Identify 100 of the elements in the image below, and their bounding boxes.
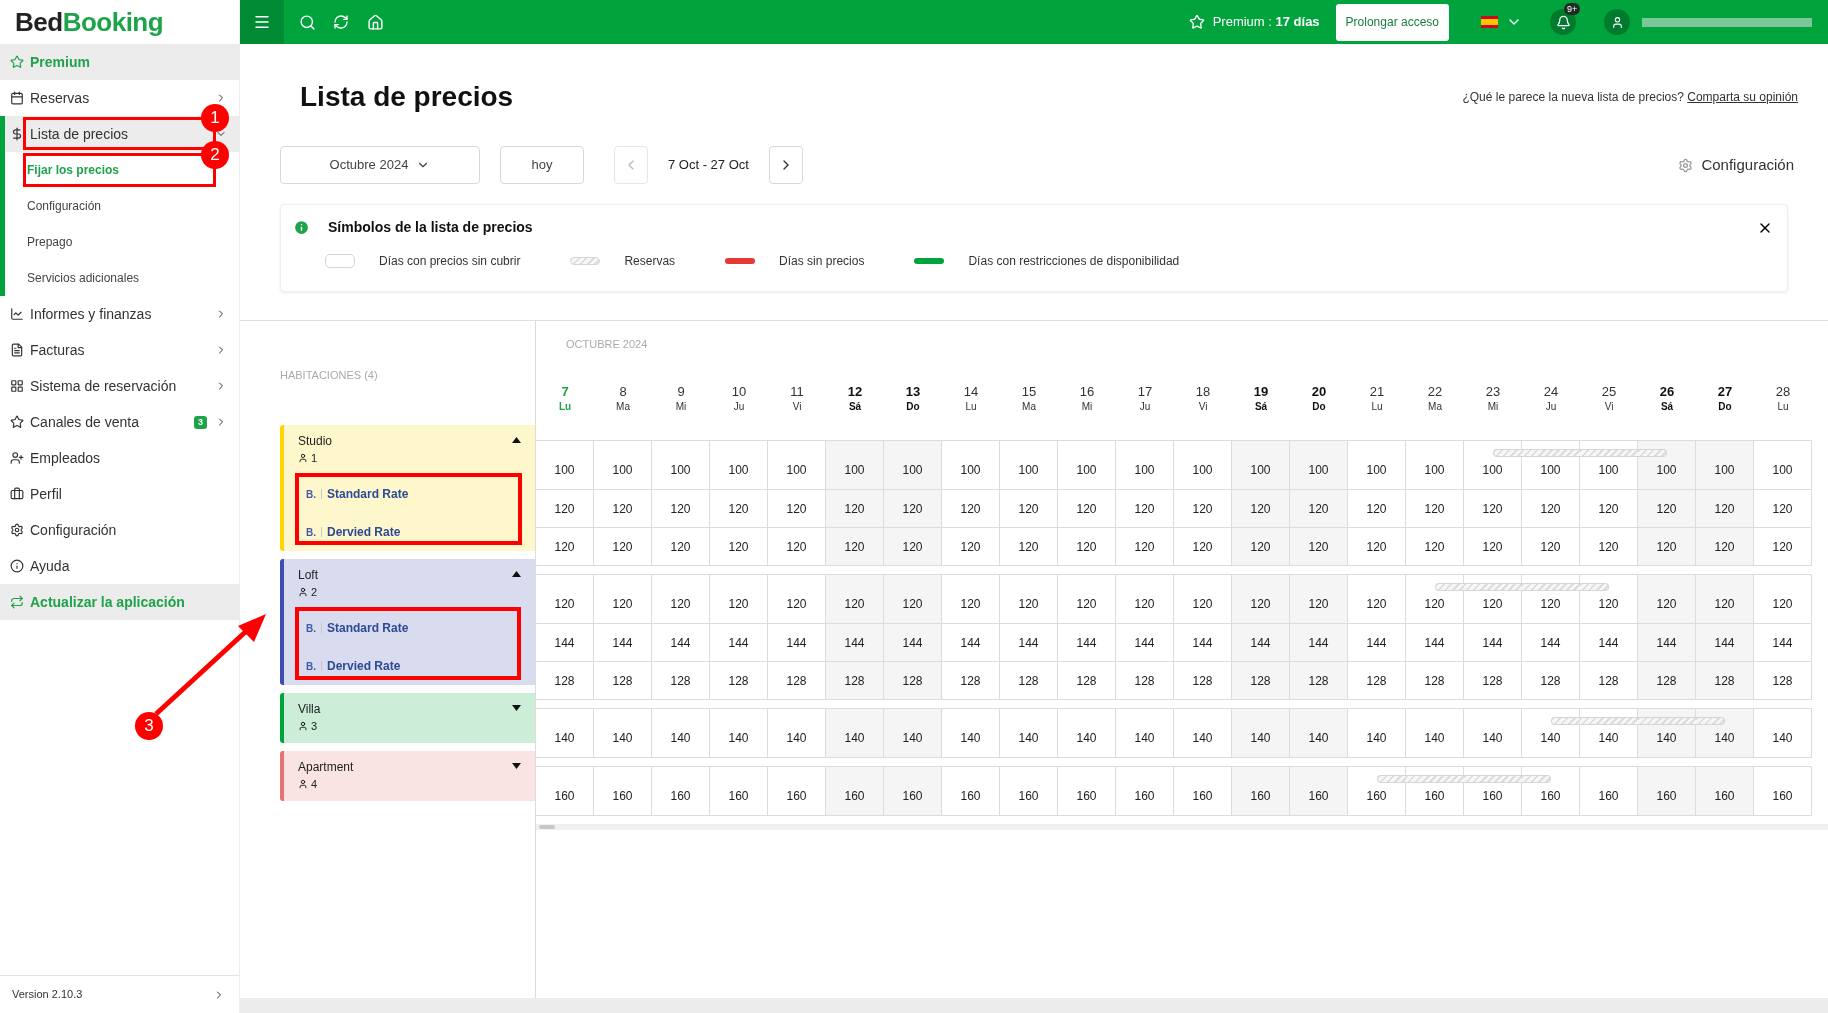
price-value[interactable]: 144 [844, 633, 865, 652]
price-value[interactable]: 144 [1482, 633, 1503, 652]
price-value[interactable]: 120 [1134, 595, 1155, 613]
rate-row[interactable]: B. Standard Rate [284, 609, 535, 647]
price-value[interactable]: 144 [902, 633, 923, 652]
price-value[interactable]: 160 [844, 787, 865, 805]
booking-bar-segment[interactable] [1638, 449, 1667, 457]
price-value[interactable]: 120 [1018, 499, 1039, 518]
price-value[interactable]: 100 [1772, 461, 1793, 479]
price-value[interactable]: 120 [670, 537, 691, 556]
price-value[interactable]: 120 [1540, 537, 1561, 556]
price-value[interactable]: 120 [786, 537, 807, 556]
price-value[interactable]: 120 [1192, 499, 1213, 518]
price-value[interactable]: 128 [844, 671, 865, 690]
price-value[interactable]: 140 [1076, 729, 1097, 747]
price-value[interactable]: 144 [1424, 633, 1445, 652]
price-value[interactable]: 100 [786, 461, 807, 479]
booking-bar-segment[interactable] [1551, 717, 1580, 725]
price-value[interactable]: 120 [1308, 537, 1329, 556]
price-value[interactable]: 128 [902, 671, 923, 690]
user-avatar[interactable] [1604, 9, 1630, 35]
price-value[interactable]: 120 [844, 537, 865, 556]
nav-item[interactable]: Empleados [0, 440, 239, 476]
price-value[interactable]: 120 [1772, 499, 1793, 518]
price-value[interactable]: 120 [1366, 595, 1387, 613]
price-value[interactable]: 120 [1424, 595, 1445, 613]
price-value[interactable]: 120 [554, 595, 575, 613]
price-value[interactable]: 160 [1772, 787, 1793, 805]
price-value[interactable]: 100 [1656, 461, 1677, 479]
booking-bar-segment[interactable] [1638, 717, 1696, 725]
price-value[interactable]: 100 [1424, 461, 1445, 479]
price-value[interactable]: 120 [844, 595, 865, 613]
price-value[interactable]: 144 [554, 633, 575, 652]
price-value[interactable]: 160 [1482, 787, 1503, 805]
price-value[interactable]: 100 [960, 461, 981, 479]
price-value[interactable]: 140 [1018, 729, 1039, 747]
price-value[interactable]: 144 [960, 633, 981, 652]
price-value[interactable]: 120 [728, 595, 749, 613]
price-value[interactable]: 128 [1598, 671, 1619, 690]
price-value[interactable]: 144 [1250, 633, 1271, 652]
price-value[interactable]: 120 [1424, 499, 1445, 518]
collapse-toggle[interactable] [512, 571, 521, 577]
price-value[interactable]: 140 [1424, 729, 1445, 747]
price-value[interactable]: 140 [1192, 729, 1213, 747]
price-value[interactable]: 120 [1772, 537, 1793, 556]
price-value[interactable]: 100 [1482, 461, 1503, 479]
booking-bar-segment[interactable] [1580, 583, 1609, 591]
booking-bar-segment[interactable] [1464, 583, 1522, 591]
price-value[interactable]: 160 [1076, 787, 1097, 805]
price-value[interactable]: 120 [1308, 499, 1329, 518]
price-value[interactable]: 160 [1134, 787, 1155, 805]
price-value[interactable]: 120 [1714, 537, 1735, 556]
price-value[interactable]: 140 [1482, 729, 1503, 747]
price-value[interactable]: 144 [786, 633, 807, 652]
price-value[interactable]: 140 [960, 729, 981, 747]
price-value[interactable]: 100 [1134, 461, 1155, 479]
price-value[interactable]: 128 [1772, 671, 1793, 690]
booking-bar-segment[interactable] [1406, 775, 1464, 783]
version-row[interactable]: Version 2.10.3 [0, 975, 239, 1013]
price-value[interactable]: 140 [1134, 729, 1155, 747]
price-value[interactable]: 160 [612, 787, 633, 805]
price-value[interactable]: 100 [1192, 461, 1213, 479]
price-value[interactable]: 100 [1540, 461, 1561, 479]
booking-bar-segment[interactable] [1464, 775, 1522, 783]
price-value[interactable]: 144 [612, 633, 633, 652]
price-value[interactable]: 144 [1772, 633, 1793, 652]
price-value[interactable]: 128 [670, 671, 691, 690]
submenu-item[interactable]: Servicios adicionales [27, 269, 140, 287]
price-value[interactable]: 140 [1250, 729, 1271, 747]
rate-row[interactable]: B. Dervied Rate [284, 513, 535, 551]
booking-bar-segment[interactable] [1435, 583, 1464, 591]
price-value[interactable]: 120 [786, 595, 807, 613]
price-value[interactable]: 120 [960, 499, 981, 518]
price-value[interactable]: 120 [612, 499, 633, 518]
price-value[interactable]: 100 [1250, 461, 1271, 479]
price-value[interactable]: 128 [1656, 671, 1677, 690]
price-value[interactable]: 140 [1656, 729, 1677, 747]
price-value[interactable]: 120 [1714, 499, 1735, 518]
price-value[interactable]: 140 [902, 729, 923, 747]
nav-item[interactable]: Configuración [0, 512, 239, 548]
price-value[interactable]: 160 [1192, 787, 1213, 805]
price-value[interactable]: 120 [1076, 595, 1097, 613]
price-value[interactable]: 100 [1308, 461, 1329, 479]
price-value[interactable]: 160 [1540, 787, 1561, 805]
price-value[interactable]: 128 [728, 671, 749, 690]
price-value[interactable]: 100 [612, 461, 633, 479]
price-value[interactable]: 160 [1250, 787, 1271, 805]
price-value[interactable]: 120 [1598, 537, 1619, 556]
price-value[interactable]: 128 [1076, 671, 1097, 690]
menu-button[interactable] [240, 0, 284, 44]
price-value[interactable]: 160 [1656, 787, 1677, 805]
booking-bar-segment[interactable] [1493, 449, 1522, 457]
price-value[interactable]: 120 [960, 537, 981, 556]
price-value[interactable]: 120 [1482, 499, 1503, 518]
collapse-toggle[interactable] [512, 437, 521, 443]
price-value[interactable]: 120 [612, 595, 633, 613]
price-value[interactable]: 140 [1540, 729, 1561, 747]
price-value[interactable]: 160 [554, 787, 575, 805]
price-value[interactable]: 160 [1018, 787, 1039, 805]
price-value[interactable]: 120 [1076, 499, 1097, 518]
